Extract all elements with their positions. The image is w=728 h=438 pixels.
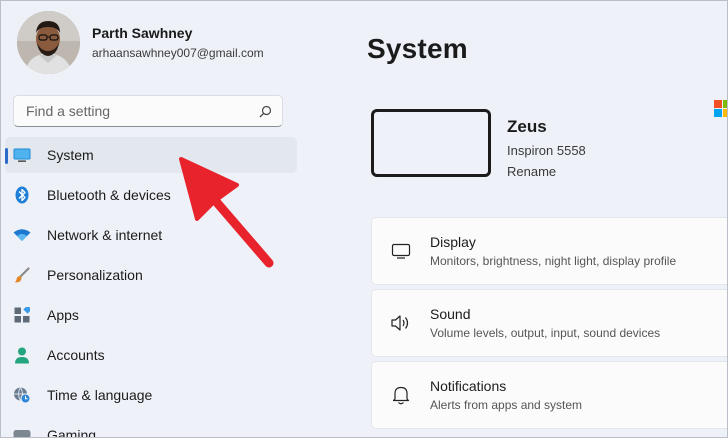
setting-display[interactable]: Display Monitors, brightness, night ligh…	[371, 217, 727, 285]
sidebar: Parth Sawhney arhaansawhney007@gmail.com…	[1, 1, 301, 438]
sidebar-item-time-language[interactable]: Time & language	[5, 377, 297, 413]
setting-description: Monitors, brightness, night light, displ…	[430, 254, 677, 268]
brush-icon	[13, 266, 31, 284]
sidebar-item-label: System	[47, 147, 94, 163]
settings-window: Parth Sawhney arhaansawhney007@gmail.com…	[0, 0, 728, 438]
setting-title: Display	[430, 234, 476, 250]
apps-icon	[13, 306, 31, 324]
sidebar-item-personalization[interactable]: Personalization	[5, 257, 297, 293]
sidebar-item-label: Personalization	[47, 267, 143, 283]
search-input[interactable]	[26, 103, 258, 119]
setting-sound[interactable]: Sound Volume levels, output, input, soun…	[371, 289, 727, 357]
sidebar-item-label: Gaming	[47, 427, 97, 438]
profile-email: arhaansawhney007@gmail.com	[92, 46, 264, 60]
profile-name: Parth Sawhney	[92, 25, 193, 41]
person-icon	[13, 346, 31, 364]
page-title: System	[367, 33, 468, 64]
sidebar-item-apps[interactable]: Apps	[5, 297, 297, 333]
sidebar-item-label: Apps	[47, 307, 79, 323]
display-icon	[390, 240, 412, 262]
search-box[interactable]	[13, 95, 283, 127]
device-name: Zeus	[507, 117, 547, 136]
device-card: Zeus Inspiron 5558 Rename	[371, 109, 586, 179]
bell-icon	[390, 384, 412, 406]
setting-title: Sound	[430, 306, 471, 322]
sidebar-item-label: Network & internet	[47, 227, 163, 243]
globe-clock-icon	[13, 386, 31, 404]
speaker-icon	[390, 312, 412, 334]
rename-link[interactable]: Rename	[507, 164, 586, 179]
sidebar-item-label: Bluetooth & devices	[47, 187, 171, 203]
sidebar-item-label: Accounts	[47, 347, 105, 363]
sidebar-item-gaming[interactable]: Gaming	[5, 417, 297, 438]
sidebar-nav: System Bluetooth & devices Network & int…	[5, 137, 297, 438]
microsoft-logo-icon	[714, 100, 727, 122]
setting-notifications[interactable]: Notifications Alerts from apps and syste…	[371, 361, 727, 429]
device-image	[371, 109, 491, 177]
avatar[interactable]	[17, 11, 80, 74]
settings-list: Display Monitors, brightness, night ligh…	[371, 217, 727, 433]
sidebar-item-bluetooth[interactable]: Bluetooth & devices	[5, 177, 297, 213]
sidebar-item-accounts[interactable]: Accounts	[5, 337, 297, 373]
monitor-icon	[13, 146, 31, 164]
user-profile[interactable]: Parth Sawhney arhaansawhney007@gmail.com	[17, 11, 264, 74]
gamepad-icon	[13, 426, 31, 437]
device-model: Inspiron 5558	[507, 143, 586, 158]
sidebar-item-label: Time & language	[47, 387, 153, 403]
setting-description: Alerts from apps and system	[430, 398, 583, 412]
search-icon[interactable]	[258, 104, 272, 118]
setting-description: Volume levels, output, input, sound devi…	[430, 326, 661, 340]
wifi-icon	[13, 226, 31, 244]
sidebar-item-system[interactable]: System	[5, 137, 297, 173]
sidebar-item-network[interactable]: Network & internet	[5, 217, 297, 253]
bluetooth-icon	[13, 186, 31, 204]
setting-title: Notifications	[430, 378, 507, 394]
